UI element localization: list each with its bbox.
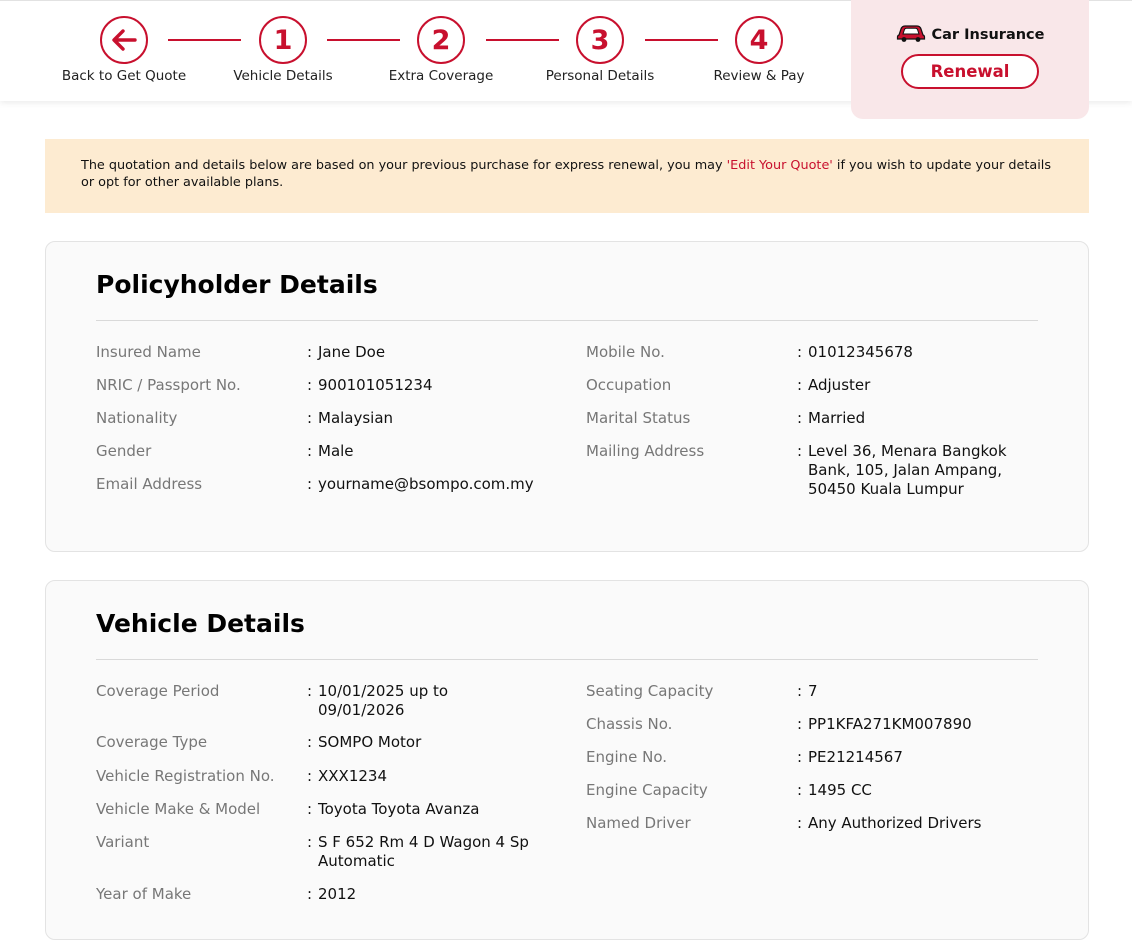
field-label: Chassis No. [586, 715, 673, 733]
step-label: Personal Details [545, 68, 655, 84]
field-label: Mobile No. [586, 343, 665, 361]
colon: : [307, 833, 313, 851]
field-label: Occupation [586, 376, 672, 394]
field-value: S F 652 Rm 4 D Wagon 4 Sp Automatic [318, 833, 529, 870]
field-value: Married [808, 409, 866, 427]
field-value: Toyota Toyota Avanza [318, 800, 480, 818]
field-label: Nationality [96, 409, 178, 427]
step-number[interactable]: 1 [259, 16, 307, 64]
colon: : [797, 442, 803, 460]
colon: : [307, 376, 313, 394]
field-value: 1495 CC [808, 781, 872, 799]
colon: : [307, 733, 313, 751]
field-value: Male [318, 442, 354, 460]
step-extra-coverage[interactable]: 2 Extra Coverage [366, 16, 516, 84]
field-label: Gender [96, 442, 152, 460]
field-value: Jane Doe [318, 343, 386, 361]
field-value: Any Authorized Drivers [808, 814, 982, 832]
step-label: Review & Pay [713, 68, 805, 84]
field-value: SOMPO Motor [318, 733, 422, 751]
field-value: 7 [808, 682, 818, 700]
field-label: Seating Capacity [586, 682, 714, 700]
step-review-pay[interactable]: 4 Review & Pay [684, 16, 834, 84]
policyholder-details-card: Policyholder Details Insured Name : Jane… [45, 241, 1089, 552]
product-title-text: Car Insurance [931, 27, 1045, 43]
product-title: Car Insurance [851, 24, 1089, 46]
step-label: Extra Coverage [388, 68, 494, 84]
colon: : [797, 781, 803, 799]
field-label: Engine Capacity [586, 781, 708, 799]
field-label: Vehicle Make & Model [96, 800, 261, 818]
notice-text: The quotation and details below are base… [81, 158, 727, 173]
field-value: yourname@bsompo.com.my [318, 475, 534, 493]
field-value: PE21214567 [808, 748, 903, 766]
colon: : [797, 715, 803, 733]
step-number[interactable]: 4 [735, 16, 783, 64]
express-renewal-notice: The quotation and details below are base… [45, 139, 1089, 213]
arrow-left-icon[interactable] [100, 16, 148, 64]
section-title: Vehicle Details [96, 609, 305, 638]
field-label: Coverage Period [96, 682, 220, 700]
colon: : [797, 682, 803, 700]
renewal-button[interactable]: Renewal [901, 54, 1039, 89]
colon: : [307, 682, 313, 700]
edit-your-quote-link[interactable]: 'Edit Your Quote' [727, 158, 833, 173]
divider [96, 320, 1038, 321]
field-value: 10/01/2025 up to 09/01/2026 [318, 682, 449, 719]
field-label: Mailing Address [586, 442, 705, 460]
field-value: 2012 [318, 885, 357, 903]
field-label: Engine No. [586, 748, 668, 766]
field-label: Insured Name [96, 343, 201, 361]
colon: : [797, 409, 803, 427]
field-label: Email Address [96, 475, 203, 493]
field-label: Variant [96, 833, 150, 851]
field-value: 900101051234 [318, 376, 433, 394]
field-value: PP1KFA271KM007890 [808, 715, 972, 733]
field-value: Malaysian [318, 409, 394, 427]
colon: : [797, 748, 803, 766]
field-value: XXX1234 [318, 767, 388, 785]
field-label: Named Driver [586, 814, 691, 832]
colon: : [307, 885, 313, 903]
colon: : [307, 767, 313, 785]
colon: : [307, 442, 313, 460]
field-label: NRIC / Passport No. [96, 376, 241, 394]
colon: : [797, 343, 803, 361]
field-value: 01012345678 [808, 343, 913, 361]
field-label: Coverage Type [96, 733, 208, 751]
step-label: Vehicle Details [233, 68, 333, 84]
colon: : [307, 409, 313, 427]
field-value: Adjuster [808, 376, 871, 394]
field-value: Level 36, Menara Bangkok Bank, 105, Jala… [808, 442, 1007, 498]
step-number[interactable]: 2 [417, 16, 465, 64]
colon: : [797, 376, 803, 394]
section-title: Policyholder Details [96, 270, 378, 299]
field-label: Marital Status [586, 409, 691, 427]
colon: : [307, 475, 313, 493]
step-number[interactable]: 3 [576, 16, 624, 64]
field-label: Year of Make [96, 885, 192, 903]
field-label: Vehicle Registration No. [96, 767, 275, 785]
colon: : [797, 814, 803, 832]
colon: : [307, 800, 313, 818]
product-panel: Car Insurance Renewal [851, 0, 1089, 119]
step-personal-details[interactable]: 3 Personal Details [525, 16, 675, 84]
vehicle-details-card: Vehicle Details Coverage Period : 10/01/… [45, 580, 1089, 940]
step-back-to-quote[interactable]: Back to Get Quote [49, 16, 199, 84]
car-icon [896, 24, 926, 46]
divider [96, 659, 1038, 660]
step-vehicle-details[interactable]: 1 Vehicle Details [208, 16, 358, 84]
step-label: Back to Get Quote [61, 68, 187, 84]
colon: : [307, 343, 313, 361]
